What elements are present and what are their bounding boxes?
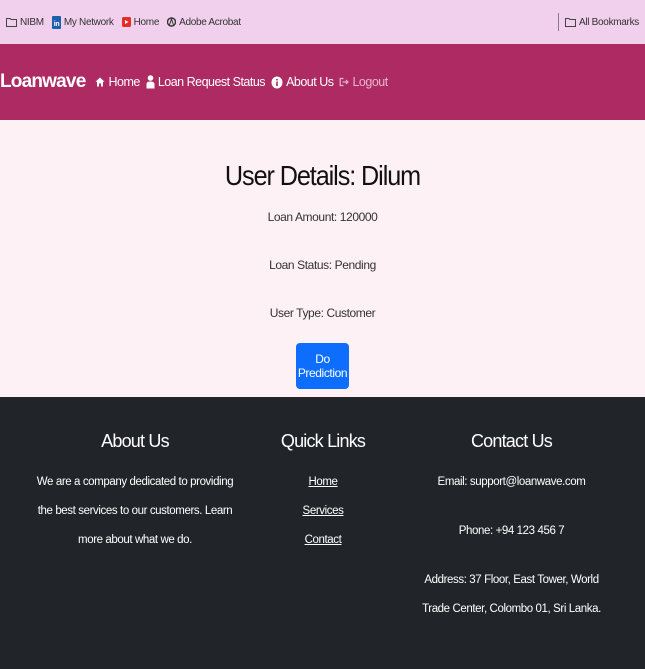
contact-address: Address: 37 Floor, East Tower, World Tra… xyxy=(422,574,601,615)
nav-logout-label: Logout xyxy=(352,75,388,89)
bookmark-home[interactable]: Home xyxy=(121,16,160,28)
footer-contact-heading: Contact Us xyxy=(470,431,553,451)
nav-about-us-label: About Us xyxy=(286,75,334,89)
footer: About Us We are a company dedicated to p… xyxy=(0,397,645,669)
contact-email: Email: support@loanwave.com xyxy=(437,476,586,488)
svg-text:in: in xyxy=(54,21,60,28)
nav-home-label: Home xyxy=(108,75,140,89)
linkedin-icon: in xyxy=(51,15,61,29)
footer-link-item: Home xyxy=(270,468,376,497)
footer-link-contact[interactable]: Contact xyxy=(305,534,342,546)
footer-link-item: Services xyxy=(270,497,376,526)
bookmark-label: NIBM xyxy=(20,16,44,28)
loan-status: Loan Status: Pending xyxy=(269,258,376,272)
loan-amount: Loan Amount: 120000 xyxy=(267,210,378,224)
bookmark-nibm[interactable]: NIBM xyxy=(6,17,44,28)
nav-loan-request-status-label: Loan Request Status xyxy=(157,75,266,89)
footer-contact: Contact Us Email: support@loanwave.com P… xyxy=(410,397,613,624)
youtube-icon xyxy=(121,17,131,27)
footer-link-services[interactable]: Services xyxy=(303,505,344,517)
all-bookmarks-label: All Bookmarks xyxy=(578,16,639,28)
nav-home[interactable]: Home xyxy=(95,75,140,89)
bookmarks-divider xyxy=(557,13,559,31)
info-icon xyxy=(271,76,283,89)
footer-about-heading: About Us xyxy=(101,431,169,451)
footer-links-list: Home Services Contact xyxy=(270,468,376,555)
footer-link-item: Contact xyxy=(270,526,376,555)
bookmark-label: My Network xyxy=(63,16,114,28)
navbar: Loanwave Home Loan Request Status About … xyxy=(0,44,645,120)
footer-about-text: We are a company dedicated to providing … xyxy=(36,476,234,546)
acrobat-icon xyxy=(167,16,177,28)
folder-icon xyxy=(6,17,17,27)
page-title: User Details: Dilum xyxy=(224,160,421,191)
brand-logo[interactable]: Loanwave xyxy=(0,71,86,93)
contact-phone: Phone: +94 123 456 7 xyxy=(458,525,565,537)
footer-about: About Us We are a company dedicated to p… xyxy=(30,397,240,555)
nav-about-us[interactable]: About Us xyxy=(271,75,334,89)
do-prediction-button[interactable]: Do Prediction xyxy=(296,343,349,389)
footer-quick-links: Quick Links Home Services Contact xyxy=(270,397,376,555)
user-icon xyxy=(146,75,155,89)
footer-link-home[interactable]: Home xyxy=(308,476,337,488)
all-bookmarks-button[interactable]: All Bookmarks xyxy=(564,16,639,28)
home-icon xyxy=(95,77,105,87)
nav-loan-request-status[interactable]: Loan Request Status xyxy=(146,75,266,89)
nav-logout[interactable]: Logout xyxy=(339,75,388,89)
logout-icon xyxy=(339,77,350,87)
bookmarks-bar: NIBM in My Network Home Adobe Acrobat Al… xyxy=(0,0,645,44)
footer-quick-links-heading: Quick Links xyxy=(280,431,366,451)
user-details-section: User Details: Dilum Loan Amount: 120000 … xyxy=(0,120,645,397)
user-type: User Type: Customer xyxy=(269,306,376,320)
bookmark-adobe-acrobat[interactable]: Adobe Acrobat xyxy=(167,16,241,28)
bookmark-my-network[interactable]: in My Network xyxy=(51,15,114,29)
folder-icon xyxy=(564,17,576,27)
bookmark-label: Adobe Acrobat xyxy=(179,16,241,28)
bookmark-label: Home xyxy=(133,16,160,28)
